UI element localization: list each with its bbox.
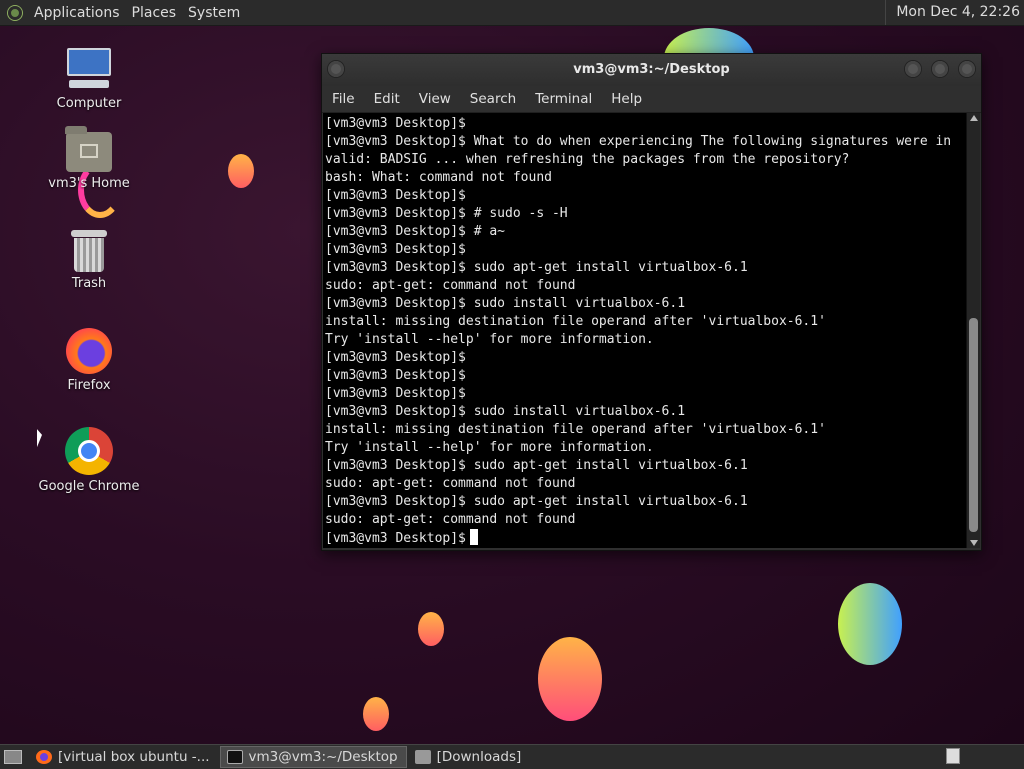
text-cursor: [469, 529, 478, 545]
menu-edit[interactable]: Edit: [364, 91, 409, 107]
menu-applications[interactable]: Applications: [28, 5, 126, 21]
terminal-scrollbar[interactable]: [966, 113, 980, 548]
menu-search[interactable]: Search: [460, 91, 525, 107]
menu-terminal[interactable]: Terminal: [525, 91, 601, 107]
mouse-pointer-icon: [37, 429, 42, 449]
taskbar-item-browser[interactable]: [virtual box ubuntu -...: [30, 746, 218, 768]
desktop-icon-firefox[interactable]: Firefox: [30, 328, 148, 393]
terminal-line: [vm3@vm3 Desktop]$: [325, 188, 466, 203]
menu-places[interactable]: Places: [126, 5, 183, 21]
terminal-line: bash: What: command not found: [325, 170, 552, 185]
taskbar-item-terminal[interactable]: vm3@vm3:~/Desktop: [219, 746, 407, 768]
terminal-line: [vm3@vm3 Desktop]$ sudo install virtualb…: [325, 404, 686, 419]
terminal-line: [vm3@vm3 Desktop]$: [325, 368, 466, 383]
desktop-icon-label: vm3's Home: [48, 176, 130, 191]
terminal-line: [vm3@vm3 Desktop]$ sudo apt-get install …: [325, 260, 748, 275]
wallpaper-bubble: [538, 637, 602, 721]
terminal-line: [vm3@vm3 Desktop]$ # a~: [325, 224, 506, 239]
terminal-line: [vm3@vm3 Desktop]$: [325, 350, 466, 365]
close-button[interactable]: [959, 61, 975, 77]
window-menu-button[interactable]: [328, 61, 344, 77]
show-desktop-icon[interactable]: [4, 750, 22, 764]
desktop-icon-label: Firefox: [67, 378, 111, 393]
terminal-prompt: [vm3@vm3 Desktop]$: [325, 531, 466, 546]
firefox-icon: [36, 750, 52, 764]
chrome-icon: [65, 427, 113, 475]
desktop-icon-trash[interactable]: Trash: [30, 230, 148, 291]
distro-logo-icon[interactable]: [8, 5, 22, 20]
terminal-line: [vm3@vm3 Desktop]$ sudo apt-get install …: [325, 458, 748, 473]
scroll-up-arrow-icon[interactable]: [970, 115, 978, 121]
bottom-panel: [virtual box ubuntu -... vm3@vm3:~/Deskt…: [0, 744, 1024, 769]
taskbar-item-label: vm3@vm3:~/Desktop: [248, 749, 398, 765]
terminal-line: valid: BADSIG ... when refreshing the pa…: [325, 152, 850, 167]
home-folder-icon: [65, 126, 112, 172]
taskbar-item-label: [Downloads]: [436, 749, 522, 765]
wallpaper-bubble: [838, 583, 902, 665]
clock[interactable]: Mon Dec 4, 22:26: [885, 0, 1024, 25]
terminal-menubar: File Edit View Search Terminal Help: [322, 86, 981, 113]
terminal-line: sudo: apt-get: command not found: [325, 512, 576, 527]
wallpaper-bubble: [363, 697, 389, 731]
folder-icon: [414, 750, 431, 764]
workspace-switcher[interactable]: [946, 748, 960, 764]
trash-icon: [71, 230, 107, 272]
window-titlebar[interactable]: vm3@vm3:~/Desktop: [322, 54, 981, 86]
terminal-line: Try 'install --help' for more informatio…: [325, 440, 654, 455]
desktop-icon-label: Trash: [71, 276, 107, 291]
terminal-window: vm3@vm3:~/Desktop File Edit View Search …: [321, 53, 982, 551]
terminal-line: [vm3@vm3 Desktop]$ # sudo -s -H: [325, 206, 568, 221]
terminal-line: sudo: apt-get: command not found: [325, 278, 576, 293]
window-title: vm3@vm3:~/Desktop: [573, 62, 730, 77]
wallpaper-bubble: [418, 612, 444, 646]
terminal-prompt-line[interactable]: [vm3@vm3 Desktop]$: [325, 529, 967, 547]
terminal-line: [vm3@vm3 Desktop]$: [325, 242, 466, 257]
menu-view[interactable]: View: [409, 91, 460, 107]
terminal-line: [vm3@vm3 Desktop]$ sudo install virtualb…: [325, 296, 686, 311]
terminal-line: sudo: apt-get: command not found: [325, 476, 576, 491]
terminal-line: install: missing destination file operan…: [325, 422, 826, 437]
wallpaper-bubble: [228, 154, 254, 188]
terminal-output[interactable]: [vm3@vm3 Desktop]$ [vm3@vm3 Desktop]$ Wh…: [323, 113, 967, 548]
taskbar-item-label: [virtual box ubuntu -...: [58, 749, 210, 765]
terminal-line: [vm3@vm3 Desktop]$ sudo apt-get install …: [325, 494, 748, 509]
terminal-icon: [226, 750, 243, 764]
maximize-button[interactable]: [932, 61, 948, 77]
terminal-line: Try 'install --help' for more informatio…: [325, 332, 654, 347]
menu-file[interactable]: File: [322, 91, 364, 107]
taskbar-item-downloads[interactable]: [Downloads]: [409, 746, 530, 768]
menu-system[interactable]: System: [182, 5, 246, 21]
top-panel: Applications Places System Mon Dec 4, 22…: [0, 0, 1024, 26]
terminal-line: [vm3@vm3 Desktop]$ What to do when exper…: [325, 134, 952, 149]
desktop-icon-label: Computer: [56, 96, 122, 111]
desktop-icon-computer[interactable]: Computer: [30, 46, 148, 111]
scroll-down-arrow-icon[interactable]: [970, 540, 978, 546]
scrollbar-thumb[interactable]: [969, 318, 978, 532]
terminal-line: [vm3@vm3 Desktop]$: [325, 386, 466, 401]
firefox-icon: [66, 328, 112, 374]
desktop-icon-home[interactable]: vm3's Home: [30, 126, 148, 191]
minimize-button[interactable]: [905, 61, 921, 77]
computer-icon: [65, 46, 113, 92]
desktop-icon-chrome[interactable]: Google Chrome: [30, 427, 148, 494]
desktop-icon-label: Google Chrome: [38, 479, 140, 494]
terminal-line: install: missing destination file operan…: [325, 314, 826, 329]
terminal-line: [vm3@vm3 Desktop]$: [325, 116, 466, 131]
menu-help[interactable]: Help: [601, 91, 651, 107]
